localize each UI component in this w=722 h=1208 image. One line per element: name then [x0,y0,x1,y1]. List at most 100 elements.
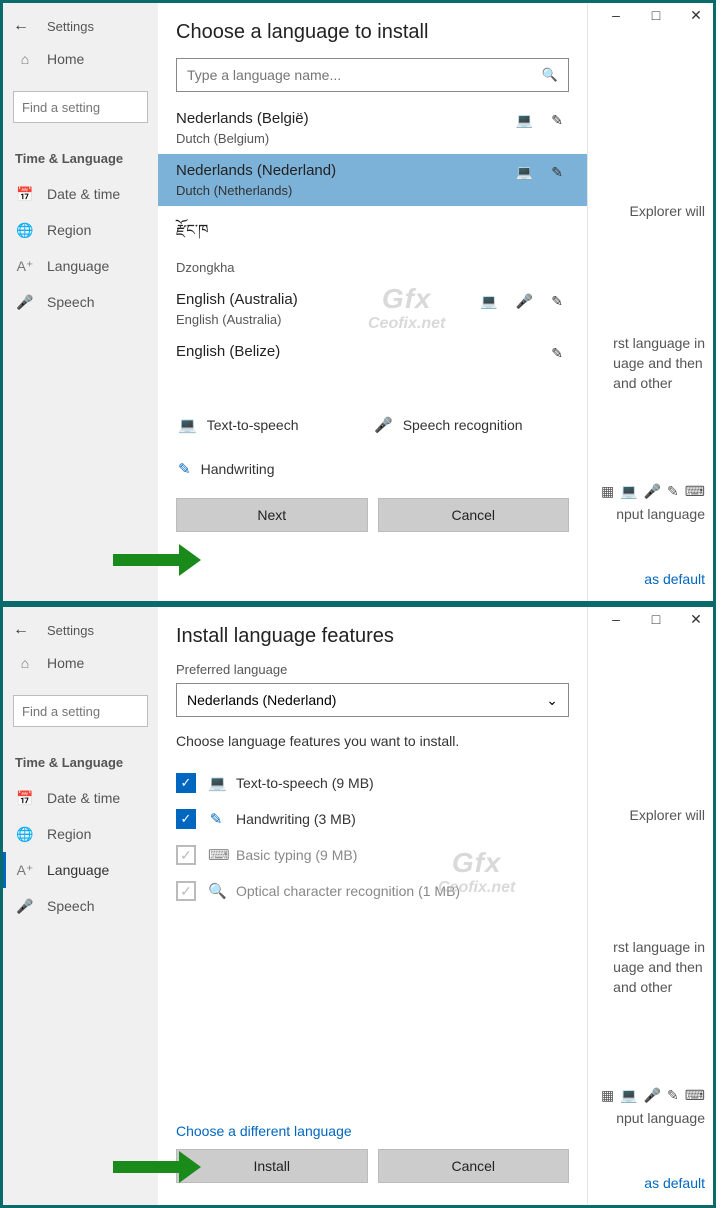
sidebar-label-speech: Speech [47,294,94,310]
sidebar-label-home: Home [47,51,84,67]
maximize-button[interactable]: □ [647,611,665,628]
sidebar-label-region: Region [47,222,91,238]
choose-different-language-link[interactable]: Choose a different language [158,1123,587,1139]
language-search[interactable]: 🔍 [176,58,569,92]
sidebar-item-language[interactable]: A⁺ Language [3,248,158,284]
display-icon: 💻 [516,164,533,181]
search-icon: 🔍 [542,67,558,83]
sidebar-category: Time & Language [3,137,158,176]
feature-ocr: ✓ 🔍 Optical character recognition (1 MB) [158,873,587,909]
minimize-button[interactable]: – [607,611,625,628]
cancel-button[interactable]: Cancel [378,498,570,532]
arrow-annotation [113,544,201,576]
sidebar-label-language: Language [47,258,109,274]
language-list[interactable]: Nederlands (België) Dutch (Belgium) 💻✎ N… [158,102,587,402]
bg-icons: ▦💻🎤✎⌨ [601,483,705,500]
sidebar-item-date[interactable]: 📅 Date & time [3,780,158,816]
tts-icon: 💻 [178,416,197,434]
handwriting-icon: ✎ [208,810,224,828]
handwriting-icon: ✎ [551,164,563,181]
sidebar-category: Time & Language [3,741,158,780]
choose-language-dialog: Choose a language to install 🔍 Nederland… [158,3,588,601]
keyboard-icon: ⌨ [208,846,224,864]
sidebar-item-language[interactable]: A⁺ Language [3,852,158,888]
globe-icon: 🌐 [17,826,33,842]
settings-search-input[interactable] [22,100,139,115]
dialog-title: Choose a language to install [158,21,587,58]
bg-text-input: nput language [616,506,705,522]
ocr-icon: 🔍 [208,882,224,900]
sidebar-item-home[interactable]: ⌂ Home [3,41,158,77]
bg-text-2: rst language in uage and then and other [613,333,705,393]
feature-basic-typing: ✓ ⌨ Basic typing (9 MB) [158,837,587,873]
watermark: Gfx Ceofix.net [368,283,445,333]
checkbox-disabled: ✓ [176,881,196,901]
checkbox-disabled: ✓ [176,845,196,865]
main-area: – □ ✕ Explorer will rst language in uage… [158,3,713,601]
preferred-language-label: Preferred language [158,662,587,683]
mic-icon: 🎤 [374,416,393,434]
dropdown-value: Nederlands (Nederland) [187,692,336,708]
chevron-down-icon: ⌄ [546,692,558,709]
back-arrow-icon[interactable]: ← [13,17,29,35]
feature-tts[interactable]: ✓ 💻 Text-to-speech (9 MB) [158,765,587,801]
bg-text-1: Explorer will [630,203,705,219]
dialog-title: Install language features [158,625,587,662]
sidebar-item-region[interactable]: 🌐 Region [3,212,158,248]
feature-legend: 💻Text-to-speech 🎤Speech recognition ✎Han… [158,402,587,488]
handwriting-icon: ✎ [178,460,191,478]
arrow-annotation [113,1151,201,1183]
handwriting-icon: ✎ [551,345,563,362]
settings-search-input[interactable] [22,704,139,719]
handwriting-icon: ✎ [551,112,563,129]
sidebar-item-region[interactable]: 🌐 Region [3,816,158,852]
mic-icon: 🎤 [516,293,533,310]
settings-search[interactable] [13,695,148,727]
bg-link-default[interactable]: as default [644,571,705,587]
language-row[interactable]: English (Belize) ✎ [158,335,587,368]
bg-text-1: Explorer will [630,807,705,823]
display-icon: 💻 [516,112,533,129]
maximize-button[interactable]: □ [647,7,665,24]
minimize-button[interactable]: – [607,7,625,24]
handwriting-icon: ✎ [551,293,563,310]
choose-features-text: Choose language features you want to ins… [158,733,587,765]
checkbox-checked[interactable]: ✓ [176,773,196,793]
settings-sidebar: ← Settings ⌂ Home Time & Language 📅 Date… [3,607,158,1205]
language-row[interactable]: རྫོང་ཁ Dzongkha [158,206,587,283]
watermark: Gfx Ceofix.net [438,847,515,897]
language-icon: A⁺ [17,862,33,878]
display-icon: 💻 [480,293,497,310]
language-row-selected[interactable]: Nederlands (Nederland) Dutch (Netherland… [158,154,587,206]
language-icon: A⁺ [17,258,33,274]
install-button[interactable]: Install [176,1149,368,1183]
sidebar-label-date: Date & time [47,186,120,202]
home-icon: ⌂ [17,51,33,67]
language-row[interactable]: Nederlands (België) Dutch (Belgium) 💻✎ [158,102,587,154]
calendar-icon: 📅 [17,186,33,202]
language-search-input[interactable] [187,67,542,83]
sidebar-item-home[interactable]: ⌂ Home [3,645,158,681]
close-button[interactable]: ✕ [687,611,705,628]
feature-handwriting[interactable]: ✓ ✎ Handwriting (3 MB) [158,801,587,837]
settings-title: Settings [47,623,94,638]
close-button[interactable]: ✕ [687,7,705,24]
back-arrow-icon[interactable]: ← [13,621,29,639]
bg-link-default[interactable]: as default [644,1175,705,1191]
install-features-dialog: Install language features Preferred lang… [158,607,588,1205]
preferred-language-dropdown[interactable]: Nederlands (Nederland) ⌄ [176,683,569,717]
settings-title: Settings [47,19,94,34]
sidebar-item-date[interactable]: 📅 Date & time [3,176,158,212]
sidebar-item-speech[interactable]: 🎤 Speech [3,888,158,924]
next-button[interactable]: Next [176,498,368,532]
cancel-button[interactable]: Cancel [378,1149,570,1183]
home-icon: ⌂ [17,655,33,671]
bg-text-input: nput language [616,1110,705,1126]
tts-icon: 💻 [208,774,224,792]
globe-icon: 🌐 [17,222,33,238]
mic-icon: 🎤 [17,898,33,914]
main-area: – □ ✕ Explorer will rst language in uage… [158,607,713,1205]
settings-search[interactable] [13,91,148,123]
sidebar-item-speech[interactable]: 🎤 Speech [3,284,158,320]
checkbox-checked[interactable]: ✓ [176,809,196,829]
